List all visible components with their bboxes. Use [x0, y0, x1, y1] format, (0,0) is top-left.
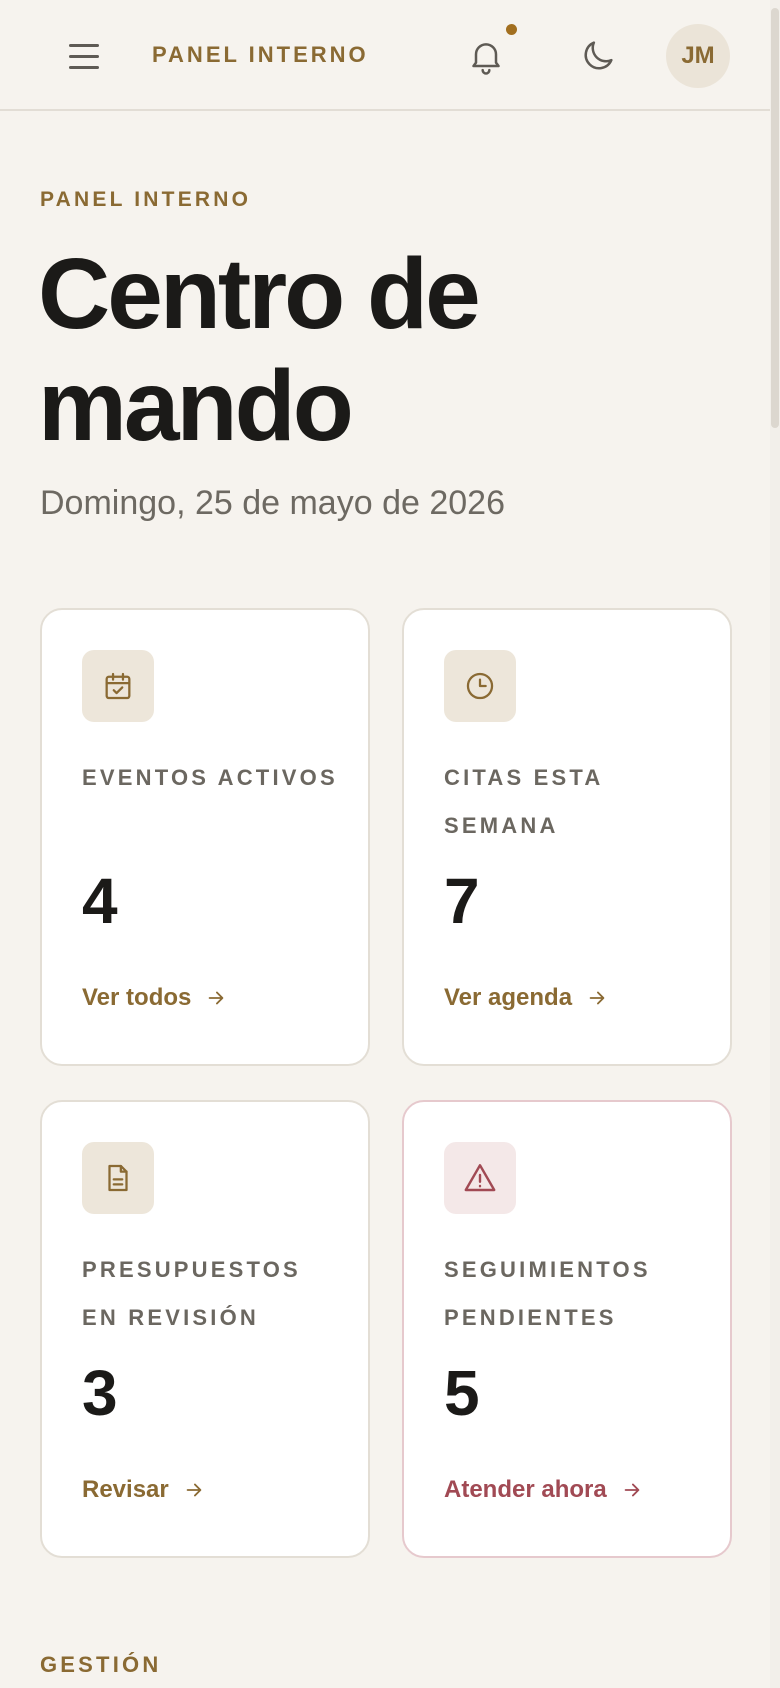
stat-label: SEGUIMIENTOS PENDIENTES [444, 1257, 651, 1330]
document-icon [82, 1142, 154, 1214]
review-link[interactable]: Revisar [82, 1476, 205, 1504]
arrow-right-icon [624, 1483, 640, 1497]
arrow-right-icon [186, 1483, 202, 1497]
bell-icon[interactable] [466, 36, 506, 76]
view-agenda-link[interactable]: Ver agenda [444, 984, 608, 1012]
stat-value: 4 [82, 865, 118, 937]
warning-triangle-icon [444, 1142, 516, 1214]
brand-title: PANEL INTERNO [152, 42, 369, 67]
notification-dot [506, 24, 517, 35]
user-avatar[interactable]: JM [666, 24, 730, 88]
calendar-check-icon [82, 650, 154, 722]
link-label: Ver todos [82, 984, 192, 1011]
arrow-right-icon [589, 991, 605, 1005]
link-label: Ver agenda [444, 984, 573, 1011]
scrollbar-thumb[interactable] [771, 8, 779, 428]
stat-card-citas: CITAS ESTA SEMANA 7 Ver agenda [402, 608, 732, 1066]
top-bar: PANEL INTERNO JM [0, 0, 770, 111]
view-all-link[interactable]: Ver todos [82, 984, 227, 1012]
stat-label: CITAS ESTA SEMANA [444, 765, 603, 838]
stat-label: PRESUPUESTOS EN REVISIÓN [82, 1257, 301, 1330]
page-eyebrow: PANEL INTERNO [40, 188, 252, 211]
hamburger-menu-icon[interactable] [62, 36, 106, 76]
current-date: Domingo, 25 de mayo de 2026 [40, 484, 505, 522]
arrow-right-icon [209, 991, 224, 1005]
page: PANEL INTERNO JM PANEL INTERNO Centro de… [0, 0, 780, 1688]
moon-icon[interactable] [578, 36, 618, 76]
link-label: Atender ahora [444, 1476, 607, 1503]
section-heading-gestion: GESTIÓN [40, 1652, 162, 1677]
stat-value: 7 [444, 865, 480, 937]
stat-card-presupuestos: PRESUPUESTOS EN REVISIÓN 3 Revisar [40, 1100, 370, 1558]
stat-value: 3 [82, 1357, 118, 1429]
stat-card-eventos: EVENTOS ACTIVOS 4 Ver todos [40, 608, 370, 1066]
stat-value: 5 [444, 1357, 480, 1429]
stat-card-seguimientos: SEGUIMIENTOS PENDIENTES 5 Atender ahora [402, 1100, 732, 1558]
stat-label: EVENTOS ACTIVOS [82, 765, 338, 790]
clock-icon [444, 650, 516, 722]
attend-now-link[interactable]: Atender ahora [444, 1476, 643, 1504]
page-title: Centro de mando [38, 238, 481, 462]
link-label: Revisar [82, 1476, 169, 1503]
